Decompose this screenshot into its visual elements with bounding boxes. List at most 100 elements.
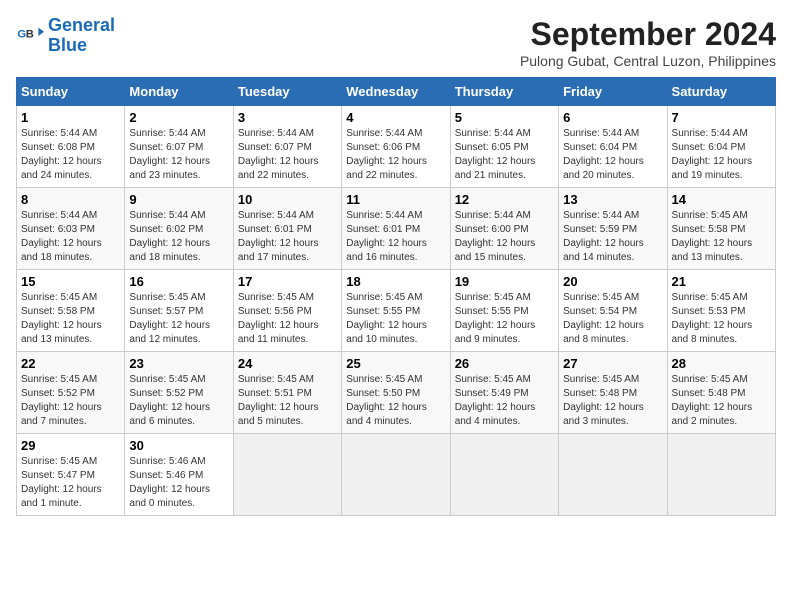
logo-text: General Blue (48, 16, 115, 56)
table-row: 27 Sunrise: 5:45 AM Sunset: 5:48 PM Dayl… (559, 352, 667, 434)
table-row: 17 Sunrise: 5:45 AM Sunset: 5:56 PM Dayl… (233, 270, 341, 352)
day-number: 27 (563, 356, 662, 371)
table-row: 2 Sunrise: 5:44 AM Sunset: 6:07 PM Dayli… (125, 106, 233, 188)
table-row: 1 Sunrise: 5:44 AM Sunset: 6:08 PM Dayli… (17, 106, 125, 188)
table-row: 21 Sunrise: 5:45 AM Sunset: 5:53 PM Dayl… (667, 270, 775, 352)
day-info: Sunrise: 5:45 AM Sunset: 5:54 PM Dayligh… (563, 291, 662, 347)
table-row: 14 Sunrise: 5:45 AM Sunset: 5:58 PM Dayl… (667, 188, 775, 270)
table-row: 11 Sunrise: 5:44 AM Sunset: 6:01 PM Dayl… (342, 188, 450, 270)
day-info: Sunrise: 5:44 AM Sunset: 6:01 PM Dayligh… (346, 209, 445, 265)
table-row: 24 Sunrise: 5:45 AM Sunset: 5:51 PM Dayl… (233, 352, 341, 434)
day-info: Sunrise: 5:45 AM Sunset: 5:52 PM Dayligh… (21, 373, 120, 429)
day-number: 21 (672, 274, 771, 289)
day-number: 18 (346, 274, 445, 289)
logo: G B General Blue (16, 16, 115, 56)
day-info: Sunrise: 5:45 AM Sunset: 5:52 PM Dayligh… (129, 373, 228, 429)
day-info: Sunrise: 5:44 AM Sunset: 6:02 PM Dayligh… (129, 209, 228, 265)
table-row: 19 Sunrise: 5:45 AM Sunset: 5:55 PM Dayl… (450, 270, 558, 352)
table-row: 7 Sunrise: 5:44 AM Sunset: 6:04 PM Dayli… (667, 106, 775, 188)
day-number: 17 (238, 274, 337, 289)
header-monday: Monday (125, 78, 233, 106)
day-info: Sunrise: 5:45 AM Sunset: 5:51 PM Dayligh… (238, 373, 337, 429)
header-tuesday: Tuesday (233, 78, 341, 106)
day-info: Sunrise: 5:44 AM Sunset: 6:06 PM Dayligh… (346, 127, 445, 183)
table-row: 5 Sunrise: 5:44 AM Sunset: 6:05 PM Dayli… (450, 106, 558, 188)
calendar-row: 1 Sunrise: 5:44 AM Sunset: 6:08 PM Dayli… (17, 106, 776, 188)
svg-text:G: G (17, 28, 26, 40)
day-number: 4 (346, 110, 445, 125)
day-number: 25 (346, 356, 445, 371)
table-row: 22 Sunrise: 5:45 AM Sunset: 5:52 PM Dayl… (17, 352, 125, 434)
table-row: 29 Sunrise: 5:45 AM Sunset: 5:47 PM Dayl… (17, 434, 125, 516)
day-number: 19 (455, 274, 554, 289)
day-number: 5 (455, 110, 554, 125)
table-row: 8 Sunrise: 5:44 AM Sunset: 6:03 PM Dayli… (17, 188, 125, 270)
day-info: Sunrise: 5:46 AM Sunset: 5:46 PM Dayligh… (129, 455, 228, 511)
day-number: 16 (129, 274, 228, 289)
table-row: 18 Sunrise: 5:45 AM Sunset: 5:55 PM Dayl… (342, 270, 450, 352)
day-number: 29 (21, 438, 120, 453)
day-number: 26 (455, 356, 554, 371)
table-row (450, 434, 558, 516)
svg-text:B: B (26, 28, 34, 40)
table-row (667, 434, 775, 516)
day-number: 20 (563, 274, 662, 289)
day-info: Sunrise: 5:45 AM Sunset: 5:49 PM Dayligh… (455, 373, 554, 429)
day-info: Sunrise: 5:45 AM Sunset: 5:53 PM Dayligh… (672, 291, 771, 347)
title-area: September 2024 Pulong Gubat, Central Luz… (520, 16, 776, 69)
day-info: Sunrise: 5:44 AM Sunset: 6:07 PM Dayligh… (238, 127, 337, 183)
day-info: Sunrise: 5:44 AM Sunset: 5:59 PM Dayligh… (563, 209, 662, 265)
day-number: 30 (129, 438, 228, 453)
day-info: Sunrise: 5:45 AM Sunset: 5:48 PM Dayligh… (563, 373, 662, 429)
table-row: 9 Sunrise: 5:44 AM Sunset: 6:02 PM Dayli… (125, 188, 233, 270)
table-row: 13 Sunrise: 5:44 AM Sunset: 5:59 PM Dayl… (559, 188, 667, 270)
day-info: Sunrise: 5:44 AM Sunset: 6:00 PM Dayligh… (455, 209, 554, 265)
day-number: 15 (21, 274, 120, 289)
day-number: 3 (238, 110, 337, 125)
day-info: Sunrise: 5:45 AM Sunset: 5:48 PM Dayligh… (672, 373, 771, 429)
header: G B General Blue September 2024 Pulong G… (16, 16, 776, 69)
day-number: 2 (129, 110, 228, 125)
day-number: 12 (455, 192, 554, 207)
day-number: 13 (563, 192, 662, 207)
day-info: Sunrise: 5:45 AM Sunset: 5:50 PM Dayligh… (346, 373, 445, 429)
table-row: 15 Sunrise: 5:45 AM Sunset: 5:58 PM Dayl… (17, 270, 125, 352)
day-info: Sunrise: 5:45 AM Sunset: 5:55 PM Dayligh… (346, 291, 445, 347)
table-row: 30 Sunrise: 5:46 AM Sunset: 5:46 PM Dayl… (125, 434, 233, 516)
table-row: 3 Sunrise: 5:44 AM Sunset: 6:07 PM Dayli… (233, 106, 341, 188)
header-sunday: Sunday (17, 78, 125, 106)
day-info: Sunrise: 5:45 AM Sunset: 5:58 PM Dayligh… (21, 291, 120, 347)
day-number: 8 (21, 192, 120, 207)
location-title: Pulong Gubat, Central Luzon, Philippines (520, 53, 776, 69)
header-friday: Friday (559, 78, 667, 106)
day-info: Sunrise: 5:45 AM Sunset: 5:47 PM Dayligh… (21, 455, 120, 511)
table-row: 28 Sunrise: 5:45 AM Sunset: 5:48 PM Dayl… (667, 352, 775, 434)
day-number: 14 (672, 192, 771, 207)
day-info: Sunrise: 5:44 AM Sunset: 6:08 PM Dayligh… (21, 127, 120, 183)
header-saturday: Saturday (667, 78, 775, 106)
table-row: 6 Sunrise: 5:44 AM Sunset: 6:04 PM Dayli… (559, 106, 667, 188)
table-row: 4 Sunrise: 5:44 AM Sunset: 6:06 PM Dayli… (342, 106, 450, 188)
day-number: 6 (563, 110, 662, 125)
day-number: 10 (238, 192, 337, 207)
day-number: 28 (672, 356, 771, 371)
table-row: 12 Sunrise: 5:44 AM Sunset: 6:00 PM Dayl… (450, 188, 558, 270)
calendar-table: Sunday Monday Tuesday Wednesday Thursday… (16, 77, 776, 516)
day-number: 11 (346, 192, 445, 207)
day-number: 22 (21, 356, 120, 371)
day-info: Sunrise: 5:45 AM Sunset: 5:56 PM Dayligh… (238, 291, 337, 347)
day-number: 24 (238, 356, 337, 371)
day-number: 7 (672, 110, 771, 125)
logo-line1: General (48, 15, 115, 35)
table-row: 25 Sunrise: 5:45 AM Sunset: 5:50 PM Dayl… (342, 352, 450, 434)
day-info: Sunrise: 5:44 AM Sunset: 6:07 PM Dayligh… (129, 127, 228, 183)
day-number: 9 (129, 192, 228, 207)
table-row: 16 Sunrise: 5:45 AM Sunset: 5:57 PM Dayl… (125, 270, 233, 352)
day-number: 23 (129, 356, 228, 371)
header-thursday: Thursday (450, 78, 558, 106)
day-info: Sunrise: 5:44 AM Sunset: 6:05 PM Dayligh… (455, 127, 554, 183)
month-title: September 2024 (520, 16, 776, 53)
logo-line2: Blue (48, 35, 87, 55)
table-row: 20 Sunrise: 5:45 AM Sunset: 5:54 PM Dayl… (559, 270, 667, 352)
header-wednesday: Wednesday (342, 78, 450, 106)
